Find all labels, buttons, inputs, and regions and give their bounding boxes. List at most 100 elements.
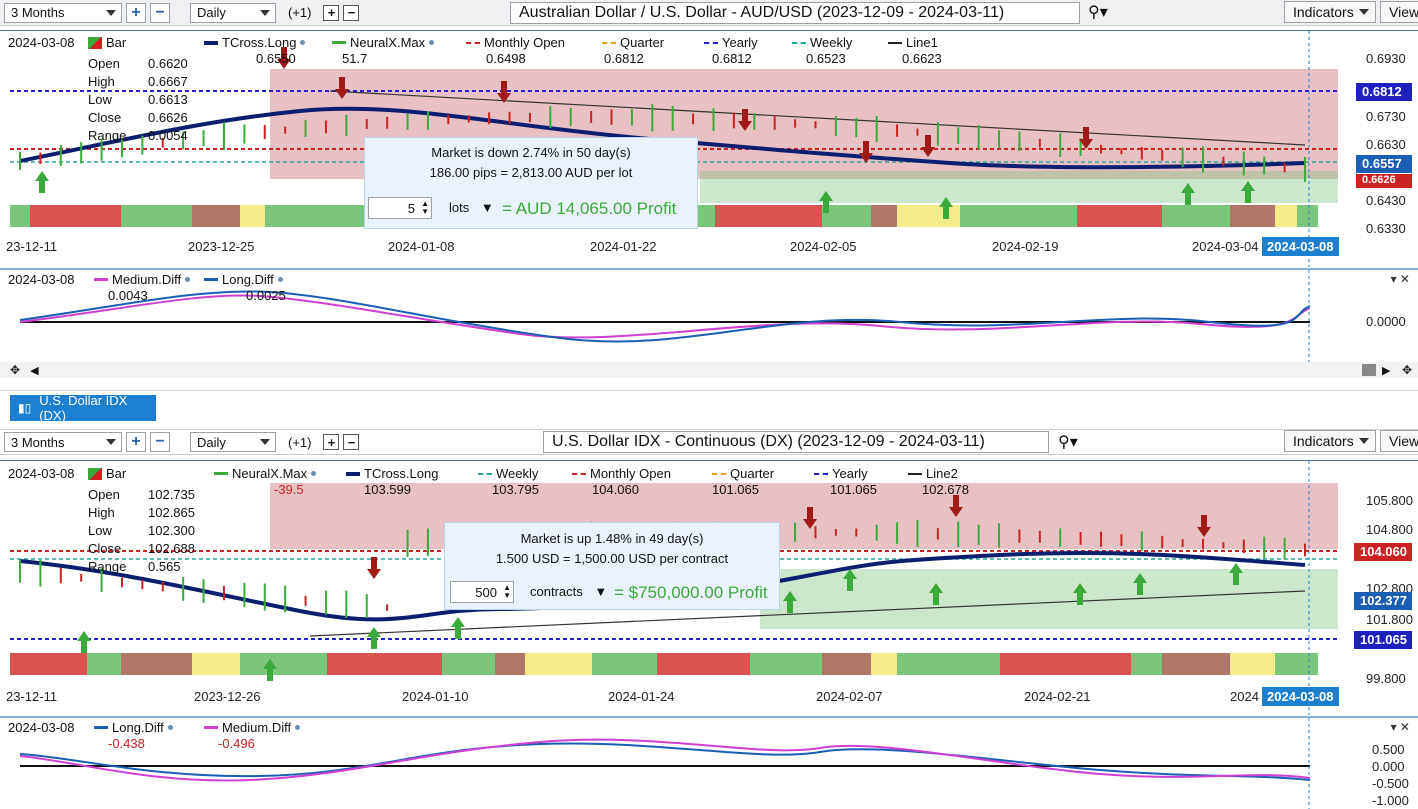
close-value: 0.6626 [148, 110, 188, 125]
zoom-out-button[interactable]: − [150, 2, 170, 23]
legend-yearly: Yearly [814, 466, 868, 481]
search-icon[interactable]: ⚲▾ [1058, 432, 1078, 452]
signal-strip-cell [897, 205, 960, 227]
legend-line2-value: 102.678 [922, 482, 969, 497]
open-value: 102.735 [148, 487, 195, 502]
date-tick: 23-12-11 [6, 689, 58, 704]
date-tick: 2024-01-22 [590, 239, 657, 254]
sub-legend-date: 2024-03-08 [8, 720, 75, 735]
add-button[interactable]: + [323, 434, 340, 450]
legend-neural: NeuralX.Max [214, 466, 317, 481]
scroll-left-icon[interactable]: ◀ [30, 364, 38, 377]
date-tick: 2024-01-24 [608, 689, 675, 704]
price-tick: 105.800 [1366, 493, 1413, 508]
contracts-select[interactable]: contracts ▼ [530, 584, 607, 599]
dx-tab[interactable]: ▮▯ U.S. Dollar IDX (DX) [10, 393, 156, 423]
range-value: 0.565 [148, 559, 181, 574]
sub-legend-date: 2024-03-08 [8, 272, 75, 287]
current-date-badge: 2024-03-08 [1262, 687, 1339, 706]
signal-strip-cell [30, 205, 87, 227]
signal-strip-cell [366, 653, 442, 675]
zoom-out-button[interactable]: − [150, 432, 170, 452]
lots-select[interactable]: lots ▼ [449, 200, 494, 215]
chart-title[interactable]: U.S. Dollar IDX - Continuous (DX) (2023-… [543, 431, 1049, 453]
signal-strip-cell [327, 653, 366, 675]
signal-strip-cell [87, 205, 121, 227]
close-price-tag: 0.6626 [1356, 174, 1412, 188]
legend-quarter: Quarter [602, 35, 664, 50]
dx-price-panel[interactable]: 2024-03-08 Bar NeuralX.Max -39.5 TCross.… [0, 460, 1418, 715]
signal-strip-cell [10, 653, 30, 675]
move-icon[interactable]: ✥ [1402, 363, 1412, 377]
legend-tcross: TCross.Long [346, 466, 438, 481]
panel-menu-icon[interactable]: ▾ ✕ [1391, 720, 1410, 734]
date-tick: 2024-01-10 [402, 689, 469, 704]
legend-bar: Bar [88, 466, 126, 481]
dx-diff-legend: 2024-03-08 Long.Diff -0.438 Medium.Diff … [8, 720, 408, 754]
move-icon[interactable]: ✥ [10, 363, 20, 377]
zoom-in-button[interactable]: + [126, 2, 146, 23]
spinner-icon[interactable]: ▲ ▼ [421, 200, 429, 216]
diff-tick: 0.000 [1372, 759, 1405, 774]
indicators-button[interactable]: Indicators [1284, 1, 1376, 23]
offset-label: (+1) [288, 5, 312, 20]
interval-select[interactable]: Daily [190, 2, 276, 23]
signal-strip-cell [1275, 205, 1297, 227]
low-value: 102.300 [148, 523, 195, 538]
bar-icon [88, 36, 102, 49]
high-value: 0.6667 [148, 74, 188, 89]
remove-button[interactable]: − [343, 434, 360, 450]
signal-strip-cell [1230, 653, 1275, 675]
date-tick: 2024-03-04 [1192, 239, 1259, 254]
search-icon[interactable]: ⚲▾ [1088, 2, 1108, 22]
signal-strip-cell [871, 205, 897, 227]
signal-strip-cell [192, 653, 240, 675]
legend-date: 2024-03-08 [8, 35, 75, 50]
signal-strip-cell [1162, 653, 1230, 675]
legend-line1: Line1 [888, 35, 938, 50]
price-tick: 99.800 [1366, 671, 1406, 686]
period-select[interactable]: 3 Months [4, 2, 122, 23]
legend-quarter-value: 101.065 [712, 482, 759, 497]
legend-medium: Medium.Diff [94, 272, 191, 287]
price-tick: 0.6430 [1366, 193, 1406, 208]
dx-diff-panel[interactable]: 2024-03-08 Long.Diff -0.438 Medium.Diff … [0, 716, 1418, 809]
aud-price-panel[interactable]: 2024-03-08 Bar TCross.Long 0.6550 Neural… [0, 30, 1418, 267]
top-scrollbar[interactable]: ✥ ◀ ▶ ✥ [0, 362, 1418, 378]
signal-strip-cell [750, 205, 822, 227]
contracts-input[interactable]: 500 ▲ ▼ [450, 581, 514, 603]
add-button[interactable]: + [323, 4, 340, 21]
legend-long-value: -0.438 [108, 736, 145, 751]
spinner-icon[interactable]: ▲ ▼ [503, 584, 511, 600]
signal-strip-cell [592, 653, 636, 675]
signal-strip-cell [192, 205, 240, 227]
scroll-right-icon[interactable]: ▶ [1382, 364, 1390, 377]
signal-strip-cell [636, 653, 657, 675]
price-tick: 104.800 [1366, 522, 1413, 537]
legend-weekly-value: 103.795 [492, 482, 539, 497]
legend-yearly: Yearly [704, 35, 758, 50]
dx-tabbar: ▮▯ U.S. Dollar IDX (DX) [0, 390, 1418, 424]
zoom-in-button[interactable]: + [126, 432, 146, 452]
view-button[interactable]: View [1380, 1, 1418, 23]
period-select[interactable]: 3 Months [4, 432, 122, 452]
panel-menu-icon[interactable]: ▾ ✕ [1391, 272, 1410, 286]
legend-tcross-value: 0.6550 [256, 51, 296, 66]
scroll-thumb[interactable] [1362, 364, 1376, 376]
popup-usd-text: 1.500 USD = 1,500.00 USD per contract [495, 551, 729, 566]
signal-strip-cell [897, 653, 960, 675]
diff-tick: -0.500 [1372, 776, 1409, 791]
chart-title[interactable]: Australian Dollar / U.S. Dollar - AUD/US… [510, 2, 1080, 24]
aud-diff-panel[interactable]: 2024-03-08 Medium.Diff 0.0043 Long.Diff … [0, 268, 1418, 362]
price-tick: 0.6630 [1366, 137, 1406, 152]
view-button[interactable]: View [1380, 430, 1418, 452]
lots-input[interactable]: 5 ▲ ▼ [368, 197, 432, 219]
interval-select[interactable]: Daily [190, 432, 276, 452]
open-value: 0.6620 [148, 56, 188, 71]
remove-button[interactable]: − [343, 4, 360, 21]
indicators-button[interactable]: Indicators [1284, 430, 1376, 452]
signal-strip-cell [240, 205, 265, 227]
range-value: 0.0054 [148, 128, 188, 143]
signal-strip-cell [10, 205, 30, 227]
legend-date: 2024-03-08 [8, 466, 75, 481]
